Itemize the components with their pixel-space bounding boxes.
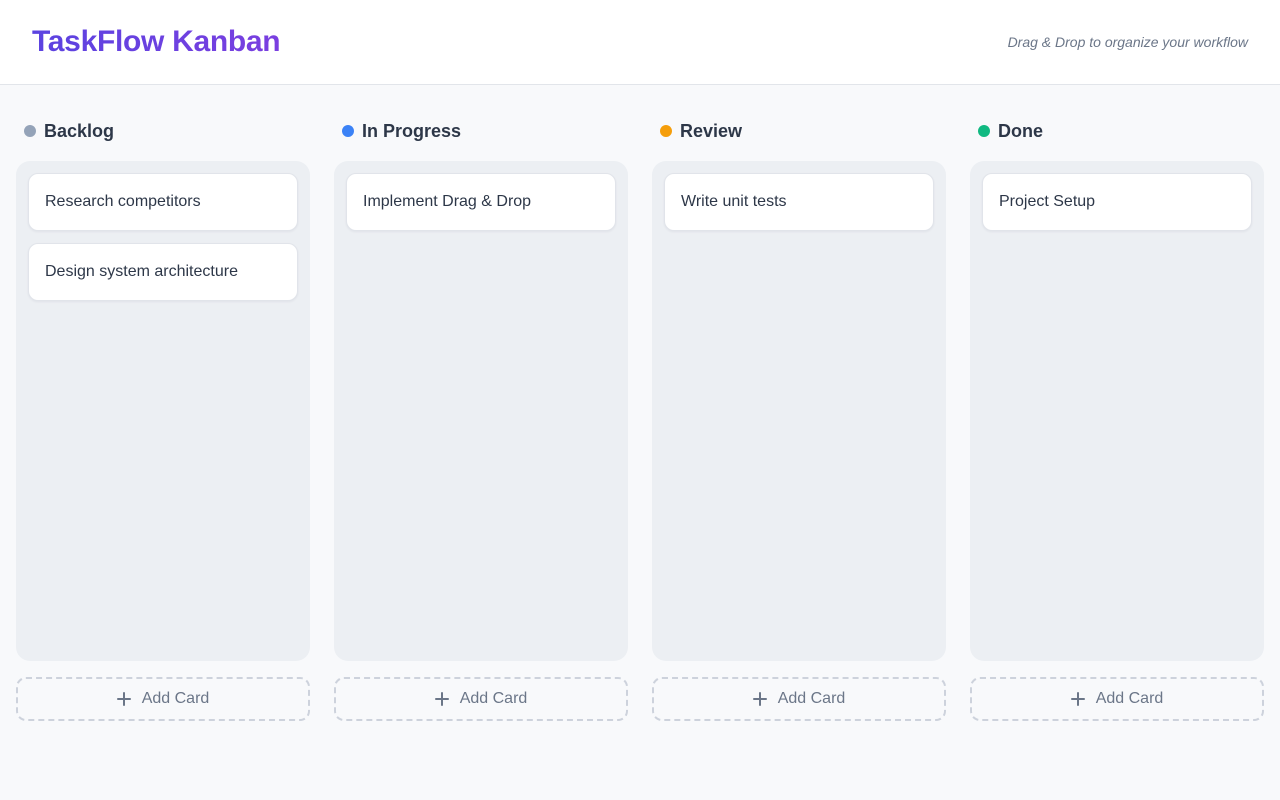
add-card-button[interactable]: Add Card bbox=[652, 677, 946, 721]
column-backlog: Backlog Research competitors Design syst… bbox=[16, 85, 310, 725]
task-card[interactable]: Project Setup bbox=[982, 173, 1252, 231]
add-card-button[interactable]: Add Card bbox=[970, 677, 1264, 721]
card-lane-backlog[interactable]: Research competitors Design system archi… bbox=[16, 161, 310, 661]
plus-icon bbox=[434, 692, 449, 706]
plus-icon bbox=[116, 692, 131, 706]
plus-icon bbox=[752, 692, 767, 706]
column-header: Review bbox=[660, 119, 742, 143]
add-card-label: Add Card bbox=[141, 690, 210, 707]
column-review: Review Write unit tests Add Card bbox=[652, 85, 946, 725]
plus-icon bbox=[1070, 692, 1085, 706]
add-card-button[interactable]: Add Card bbox=[334, 677, 628, 721]
column-title: Done bbox=[998, 121, 1043, 141]
column-header: In Progress bbox=[342, 119, 461, 143]
card-lane-review[interactable]: Write unit tests bbox=[652, 161, 946, 661]
app-title: TaskFlow Kanban bbox=[32, 25, 281, 58]
status-dot-icon bbox=[660, 125, 672, 137]
status-dot-icon bbox=[342, 125, 354, 137]
add-card-label: Add Card bbox=[1095, 690, 1164, 707]
column-title: In Progress bbox=[362, 121, 462, 141]
column-done: Done Project Setup Add Card bbox=[970, 85, 1264, 725]
card-lane-in-progress[interactable]: Implement Drag & Drop bbox=[334, 161, 628, 661]
app-header: TaskFlow Kanban Drag & Drop to organize … bbox=[0, 0, 1280, 85]
column-header: Done bbox=[978, 119, 1043, 143]
task-card[interactable]: Design system architecture bbox=[28, 243, 298, 301]
column-title: Backlog bbox=[44, 121, 115, 141]
column-in-progress: In Progress Implement Drag & Drop Add Ca… bbox=[334, 85, 628, 725]
status-dot-icon bbox=[24, 125, 36, 137]
app-tagline: Drag & Drop to organize your workflow bbox=[1007, 34, 1248, 50]
column-title: Review bbox=[680, 121, 743, 141]
card-lane-done[interactable]: Project Setup bbox=[970, 161, 1264, 661]
add-card-button[interactable]: Add Card bbox=[16, 677, 310, 721]
column-header: Backlog bbox=[24, 119, 114, 143]
task-card[interactable]: Research competitors bbox=[28, 173, 298, 231]
task-card[interactable]: Implement Drag & Drop bbox=[346, 173, 616, 231]
kanban-board: Backlog Research competitors Design syst… bbox=[16, 85, 1264, 800]
status-dot-icon bbox=[978, 125, 990, 137]
task-card[interactable]: Write unit tests bbox=[664, 173, 934, 231]
add-card-label: Add Card bbox=[777, 690, 846, 707]
add-card-label: Add Card bbox=[459, 690, 528, 707]
